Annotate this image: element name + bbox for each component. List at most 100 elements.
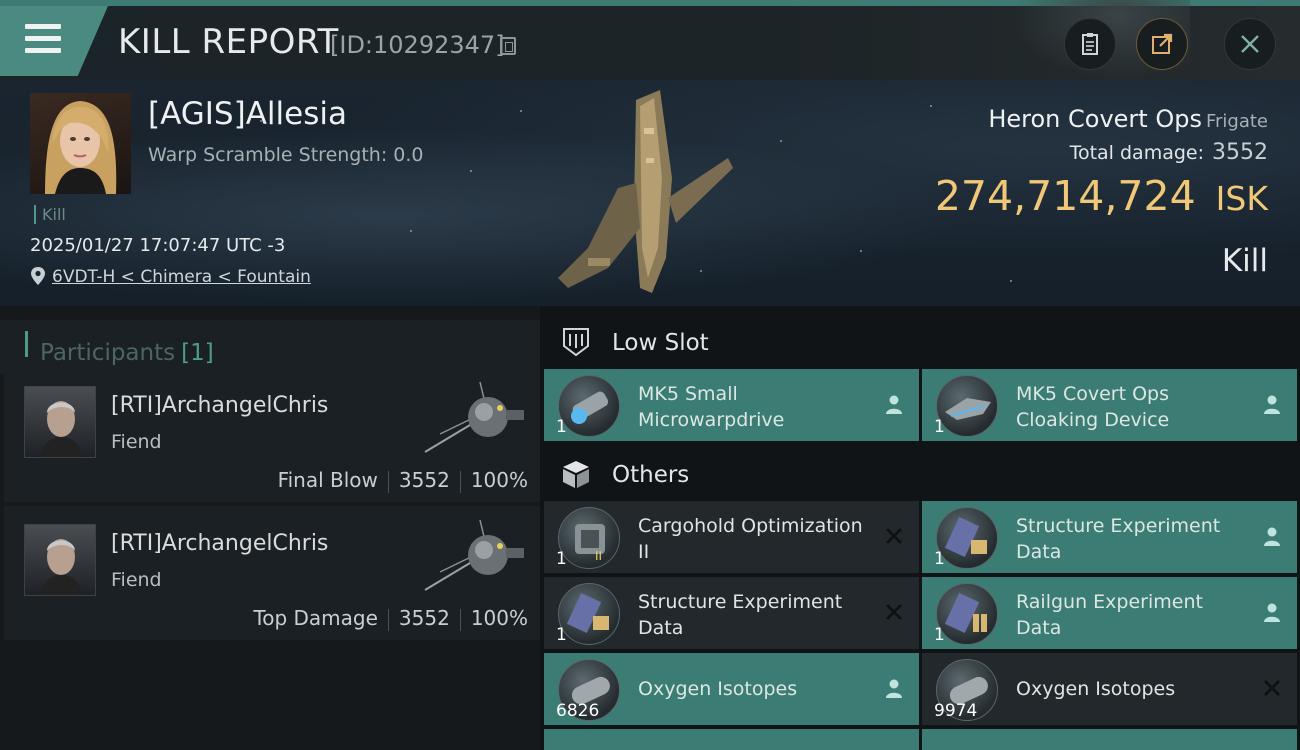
item-name: MK5 Small Microwarpdrive [638,383,785,431]
participants-title: Participants [1] [40,340,214,366]
low-slot-header: Low Slot [540,310,1300,370]
item-quantity: 1 [934,625,945,645]
close-button[interactable] [1224,18,1276,70]
isk-amount: 274,714,724 [934,172,1196,220]
participant-name[interactable]: [RTI]ArchangelChris [111,531,328,556]
participant-stats: Top Damage 3552 100% [253,606,528,631]
fiend-ship-image [424,519,524,591]
low-slot-icon [563,328,589,357]
participant-card[interactable]: [RTI]ArchangelChris Fiend Final Blow 3552… [4,368,540,502]
participant-name[interactable]: [RTI]ArchangelChris [111,393,328,418]
low-slot-title: Low Slot [612,330,709,356]
item-quantity: 1 [934,417,945,437]
participant-stats: Final Blow 3552 100% [278,468,528,493]
item-icon: II [558,507,620,569]
fiend-ship-image [424,381,524,453]
cube-icon [563,461,589,488]
svg-text:II: II [595,549,602,563]
report-id: [ID:10292347] [330,31,505,59]
participant-ship: Fiend [111,569,162,591]
warp-scramble-strength: Warp Scramble Strength: 0.0 [148,144,424,166]
participant-percent: 100% [470,606,528,630]
item-name: Structure Experiment Data [1016,515,1221,563]
item-quantity: 1 [556,549,567,569]
fitting-item[interactable]: 1 MK5 Covert Ops Cloaking Device [922,369,1297,441]
kill-datetime: 2025/01/27 17:07:47 UTC -3 [30,235,286,256]
close-icon [1241,35,1259,53]
kill-location-link[interactable]: 6VDT-H < Chimera < Fountain [52,267,311,287]
victim-ship: Heron Covert Ops Frigate [988,105,1268,133]
fitting-item[interactable]: II 1 Cargohold Optimization II [544,501,919,573]
participant-ship: Fiend [111,431,162,453]
victim-banner: [AGIS]Allesia Warp Scramble Strength: 0.… [0,80,1300,306]
copy-icon[interactable] [500,37,516,55]
top-bar: KILL REPORT [ID:10292347] [0,0,1300,80]
item-quantity: 6826 [556,701,600,721]
item-icon [936,507,998,569]
participant-avatar[interactable] [24,386,96,458]
fitting-item-partial[interactable] [544,729,919,750]
others-title: Others [612,462,690,488]
item-name: Oxygen Isotopes [1016,678,1176,700]
item-icon [558,375,620,437]
participant-card[interactable]: [RTI]ArchangelChris Fiend Top Damage 3552… [4,506,540,640]
person-icon [886,395,902,414]
fitting-item[interactable]: 1 MK5 Small Microwarpdrive [544,369,919,441]
menu-icon[interactable] [25,24,61,54]
person-icon [886,679,902,698]
x-mark-icon [886,528,902,544]
ship-name[interactable]: Heron Covert Ops [988,105,1202,133]
participant-role: Top Damage [253,606,378,630]
fitting-item[interactable]: 9974 Oxygen Isotopes [922,653,1297,725]
kill-result: Kill [1221,243,1268,279]
total-damage-value: 3552 [1212,140,1268,165]
item-name: Structure Experiment Data [638,591,843,639]
x-mark-icon [886,604,902,620]
fitting-panel: Low Slot 1 MK5 Small Microwarpdrive 1 MK… [540,306,1300,750]
fitting-item[interactable]: 6826 Oxygen Isotopes [544,653,919,725]
isk-value: 274,714,724 ISK [935,172,1268,220]
person-icon [1264,395,1280,414]
item-quantity: 9974 [934,701,978,721]
item-name: Railgun Experiment Data [1016,591,1203,639]
others-header: Others [540,442,1300,502]
x-mark-icon [1264,680,1280,696]
page-title: KILL REPORT [118,22,339,62]
fitting-item[interactable]: 1 Structure Experiment Data [922,501,1297,573]
share-icon [1152,33,1173,54]
participant-damage: 3552 [398,606,450,630]
participant-avatar[interactable] [24,524,96,596]
isk-unit: ISK [1215,179,1268,218]
total-damage-label: Total damage: [1069,142,1204,164]
participant-role: Final Blow [277,468,378,492]
item-name: Oxygen Isotopes [638,678,798,700]
participants-header: Participants [1] [0,320,540,374]
total-damage: Total damage: 3552 [1070,140,1268,165]
person-icon [1264,603,1280,622]
location-pin-icon [31,267,45,285]
item-quantity: 1 [934,549,945,569]
participant-percent: 100% [470,468,528,492]
share-button[interactable] [1136,18,1188,70]
item-quantity: 1 [556,417,567,437]
kill-tag: Kill [34,205,66,224]
ship-class: Frigate [1205,111,1268,132]
fitting-item-partial[interactable] [922,729,1297,750]
participants-count: [1] [181,340,214,366]
item-icon [936,375,998,437]
clipboard-icon [1082,33,1098,55]
clipboard-button[interactable] [1064,18,1116,70]
participant-damage: 3552 [398,468,450,492]
victim-avatar[interactable] [30,93,131,194]
item-name: Cargohold Optimization II [638,515,863,563]
victim-name[interactable]: [AGIS]Allesia [148,96,347,132]
fitting-item[interactable]: 1 Railgun Experiment Data [922,577,1297,649]
fitting-item[interactable]: 1 Structure Experiment Data [544,577,919,649]
item-icon [936,583,998,645]
ship-image [558,90,733,293]
person-icon [1264,527,1280,546]
item-icon [558,583,620,645]
item-quantity: 1 [556,625,567,645]
participants-panel: Participants [1] [RTI]ArchangelChris Fien… [0,306,540,750]
item-name: MK5 Covert Ops Cloaking Device [1016,383,1170,431]
